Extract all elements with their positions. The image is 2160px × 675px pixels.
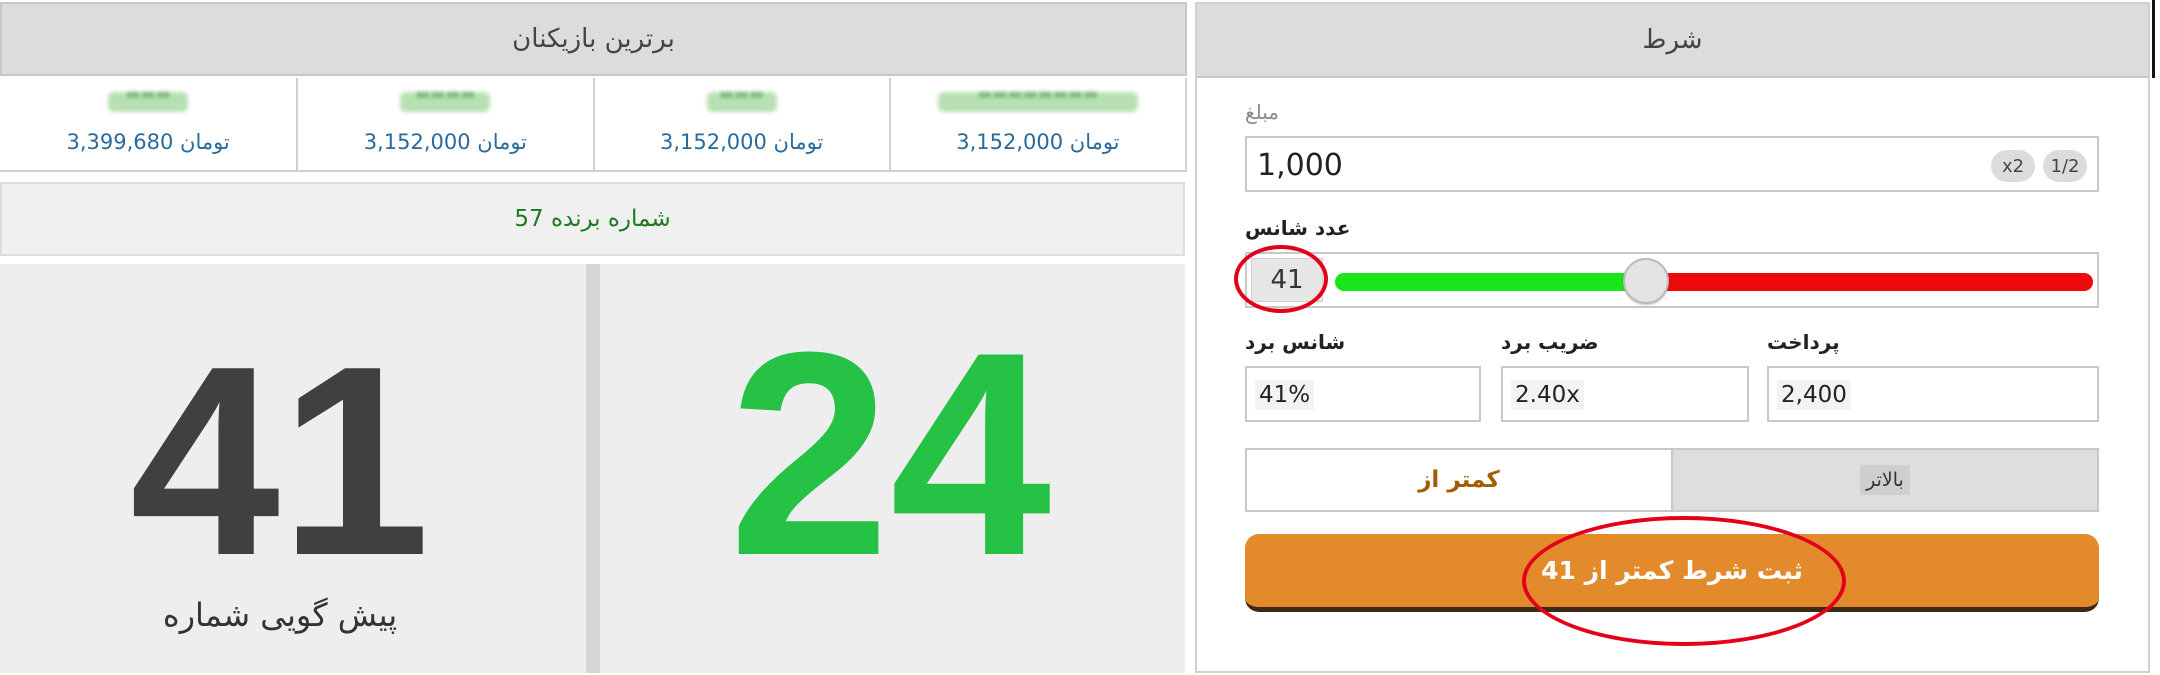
player-name: ▬▬▬: [125, 84, 171, 103]
win-chance-value: 41%: [1255, 380, 1315, 410]
player-card: ▬▬▬ تومان 3,152,000: [592, 78, 889, 172]
game-divider: [586, 264, 600, 673]
window-edge-line: [2152, 0, 2155, 78]
bet-header: شرط: [1197, 4, 2148, 78]
winner-bar: شماره برنده 57: [0, 182, 1185, 256]
half-amount-button[interactable]: 1/2: [2043, 150, 2087, 182]
player-card: ▬▬▬▬▬▬▬▬ تومان 3,152,000: [888, 78, 1185, 172]
game-area: 41 پیش گویی شماره 24: [0, 264, 1185, 673]
less-than-button[interactable]: کمتر از: [1247, 450, 1671, 510]
win-chance-label: شانس برد: [1245, 330, 1346, 354]
bet-title: شرط: [1642, 25, 1703, 55]
player-amount: تومان 3,152,000: [659, 130, 824, 154]
player-amount: تومان 3,399,680: [66, 130, 230, 154]
top-players-title: برترین بازیکنان: [512, 24, 675, 54]
amount-label: مبلغ: [1245, 100, 1280, 124]
less-than-label: کمتر از: [1418, 467, 1500, 493]
annotation-oval-chance: [1234, 245, 1328, 313]
result-number: 24: [728, 292, 1052, 616]
multiplier-label: ضریب برد: [1501, 330, 1599, 354]
slider-track[interactable]: [1335, 273, 2093, 291]
payout-label: پرداخت: [1767, 330, 1840, 354]
direction-toggle: کمتر از بالاتر: [1245, 448, 2099, 512]
payout-value: 2,400: [1777, 380, 1851, 410]
prediction-label: پیش گویی شماره: [162, 596, 398, 634]
player-amount: تومان 3,152,000: [956, 130, 1120, 154]
top-players-list: ▬▬▬▬▬▬▬▬ تومان 3,152,000 ▬▬▬ تومان 3,152…: [0, 78, 1187, 172]
top-players-panel: برترین بازیکنان ▬▬▬▬▬▬▬▬ تومان 3,152,000…: [0, 2, 1187, 673]
multiplier-value: 2.40x: [1511, 380, 1584, 410]
player-name: ▬▬▬: [718, 84, 765, 103]
player-card: ▬▬▬ تومان 3,399,680: [0, 78, 296, 172]
slider-track-high: [1646, 273, 2093, 291]
more-than-button[interactable]: بالاتر: [1671, 450, 2097, 510]
multiplier-field: 2.40x: [1501, 366, 1749, 422]
slider-handle[interactable]: [1623, 258, 1669, 304]
amount-value[interactable]: 1,000: [1257, 148, 1343, 183]
win-chance-field: 41%: [1245, 366, 1481, 422]
annotation-oval-submit: [1522, 516, 1846, 646]
top-players-header: برترین بازیکنان: [0, 2, 1187, 76]
player-name: ▬▬▬▬▬▬▬▬: [977, 84, 1099, 103]
amount-input[interactable]: 1,000 x2 1/2: [1245, 136, 2099, 192]
double-amount-button[interactable]: x2: [1991, 150, 2035, 182]
player-amount: تومان 3,152,000: [363, 130, 528, 154]
winner-number-text: شماره برنده 57: [514, 206, 671, 232]
payout-field: 2,400: [1767, 366, 2099, 422]
player-card: ▬▬▬▬ تومان 3,152,000: [296, 78, 592, 172]
chance-slider[interactable]: 41: [1245, 252, 2099, 308]
slider-track-low: [1335, 273, 1646, 291]
chance-label: عدد شانس: [1245, 216, 1351, 240]
player-name: ▬▬▬▬: [415, 84, 476, 103]
prediction-number: 41: [129, 311, 431, 612]
more-than-label: بالاتر: [1860, 465, 1910, 495]
